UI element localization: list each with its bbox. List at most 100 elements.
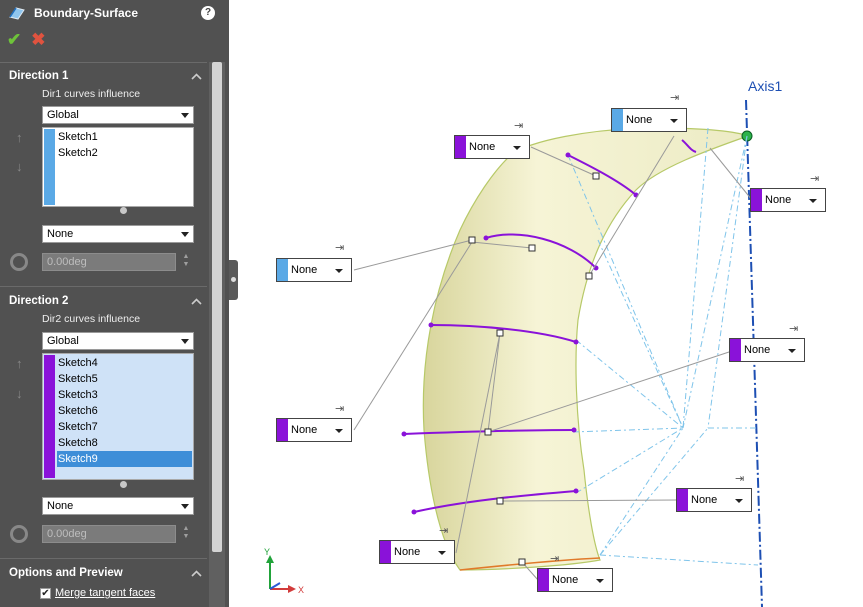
list-item[interactable]: Sketch1 xyxy=(57,129,192,145)
dir2-tangency-value: None xyxy=(47,500,74,512)
tangency-tag[interactable]: None xyxy=(276,258,352,282)
resize-grip[interactable] xyxy=(120,481,127,488)
help-icon[interactable]: ? xyxy=(201,6,215,20)
chevron-down-icon xyxy=(438,551,446,555)
dir1-tangency-value: None xyxy=(47,228,74,240)
resize-grip[interactable] xyxy=(120,207,127,214)
pin-icon[interactable]: ⇥ xyxy=(514,119,523,132)
handle-dot xyxy=(231,277,236,282)
list-item-selected[interactable]: Sketch9 xyxy=(57,451,192,467)
direction2-header[interactable]: Direction 2 xyxy=(0,290,207,312)
dir2-curves-list[interactable]: Sketch4 Sketch5 Sketch3 Sketch6 Sketch7 … xyxy=(42,353,194,480)
tangency-tag[interactable]: None xyxy=(676,488,752,512)
chevron-down-icon xyxy=(670,119,678,123)
panel-header: Boundary-Surface ? xyxy=(0,0,229,26)
move-up-icon[interactable]: ↑ xyxy=(16,356,23,371)
direction1-header[interactable]: Direction 1 xyxy=(0,65,207,87)
pin-icon[interactable]: ⇥ xyxy=(789,322,798,335)
coordinate-triad-icon: Y X xyxy=(264,547,304,595)
dir2-tangency-select[interactable]: None xyxy=(42,497,194,515)
pin-icon[interactable]: ⇥ xyxy=(335,402,344,415)
tag-value: None xyxy=(765,194,792,206)
tangency-tag[interactable]: None xyxy=(729,338,805,362)
list-item[interactable]: Sketch5 xyxy=(57,371,192,387)
spinner-arrows-icon[interactable]: ▲ ▼ xyxy=(179,525,193,543)
move-up-icon[interactable]: ↑ xyxy=(16,130,23,145)
ok-button[interactable]: ✔ xyxy=(7,31,21,48)
tangency-tag[interactable]: None xyxy=(454,135,530,159)
dir1-angle-row: 0.00deg ▲ ▼ xyxy=(10,252,200,272)
dir1-tangency-select[interactable]: None xyxy=(42,225,194,243)
dir1-curves-list[interactable]: Sketch1 Sketch2 xyxy=(42,127,194,207)
action-row: ✔ ✖ xyxy=(0,26,229,54)
spinner-arrows-icon[interactable]: ▲ ▼ xyxy=(179,253,193,271)
list-item[interactable]: Sketch6 xyxy=(57,403,192,419)
pin-icon[interactable]: ⇥ xyxy=(439,524,448,537)
feature-title: Boundary-Surface xyxy=(34,6,139,20)
panel-collapse-handle[interactable] xyxy=(229,260,238,300)
divider xyxy=(0,286,207,287)
tag-value: None xyxy=(469,141,496,153)
chevron-down-icon xyxy=(335,429,343,433)
tag-value: None xyxy=(291,264,318,276)
list-item[interactable]: Sketch2 xyxy=(57,145,192,161)
pin-icon[interactable]: ⇥ xyxy=(735,472,744,485)
chevron-down-icon xyxy=(335,269,343,273)
pin-icon[interactable]: ⇥ xyxy=(810,172,819,185)
direction2-section: Direction 2 Dir2 curves influence xyxy=(0,290,207,327)
tag-value: None xyxy=(626,114,653,126)
graphics-area[interactable]: Axis1 None ⇥ None ⇥ None ⇥ None ⇥ None ⇥… xyxy=(238,0,863,607)
boundary-surface-icon xyxy=(9,7,25,20)
tag-value: None xyxy=(552,574,579,586)
dir2-angle-field[interactable]: 0.00deg xyxy=(42,525,176,543)
dir2-color-strip xyxy=(44,355,55,478)
collapse-chevron-icon[interactable] xyxy=(190,295,203,308)
dir2-influence-select[interactable]: Global xyxy=(42,332,194,350)
dir1-angle-field[interactable]: 0.00deg xyxy=(42,253,176,271)
pin-icon[interactable]: ⇥ xyxy=(335,241,344,254)
tag-value: None xyxy=(691,494,718,506)
chevron-down-icon xyxy=(735,499,743,503)
tangency-tag[interactable]: None xyxy=(611,108,687,132)
tangency-tag[interactable]: None xyxy=(750,188,826,212)
tag-value: None xyxy=(394,546,421,558)
tag-color-swatch xyxy=(677,489,688,511)
cancel-button[interactable]: ✖ xyxy=(31,31,45,48)
collapse-chevron-icon[interactable] xyxy=(190,70,203,83)
pin-icon[interactable]: ⇥ xyxy=(670,91,679,104)
move-down-icon[interactable]: ↓ xyxy=(16,159,23,174)
list-item[interactable]: Sketch7 xyxy=(57,419,192,435)
dir1-influence-select[interactable]: Global xyxy=(42,106,194,124)
direction2-title: Direction 2 xyxy=(9,295,69,307)
rotate-angle-icon xyxy=(10,525,28,543)
tag-color-swatch xyxy=(612,109,623,131)
merge-tangent-checkbox[interactable]: ✔ xyxy=(40,587,51,599)
direction1-section: Direction 1 Dir1 curves influence xyxy=(0,65,207,102)
list-item[interactable]: Sketch3 xyxy=(57,387,192,403)
pin-icon[interactable]: ⇥ xyxy=(550,552,559,565)
tag-color-swatch xyxy=(277,419,288,441)
list-item[interactable]: Sketch4 xyxy=(57,355,192,371)
chevron-down-icon xyxy=(788,349,796,353)
tangency-tag[interactable]: None xyxy=(537,568,613,592)
merge-tangent-row[interactable]: ✔ Merge tangent faces xyxy=(40,585,155,601)
tag-color-swatch xyxy=(455,136,466,158)
dir2-angle-row: 0.00deg ▲ ▼ xyxy=(10,524,200,544)
options-header[interactable]: Options and Preview xyxy=(0,562,207,584)
chevron-down-icon xyxy=(181,113,189,118)
tag-color-swatch xyxy=(751,189,762,211)
tag-value: None xyxy=(744,344,771,356)
move-down-icon[interactable]: ↓ xyxy=(16,386,23,401)
options-section: Options and Preview xyxy=(0,562,207,584)
list-item[interactable]: Sketch8 xyxy=(57,435,192,451)
scrollbar-thumb[interactable] xyxy=(212,62,222,552)
divider xyxy=(0,558,207,559)
tag-color-swatch xyxy=(538,569,549,591)
collapse-chevron-icon[interactable] xyxy=(190,567,203,580)
tangency-tag[interactable]: None xyxy=(379,540,455,564)
chevron-down-icon xyxy=(809,199,817,203)
tangency-tag[interactable]: None xyxy=(276,418,352,442)
tag-color-swatch xyxy=(730,339,741,361)
chevron-down-icon xyxy=(181,232,189,237)
panel-scrollbar[interactable] xyxy=(209,62,225,607)
